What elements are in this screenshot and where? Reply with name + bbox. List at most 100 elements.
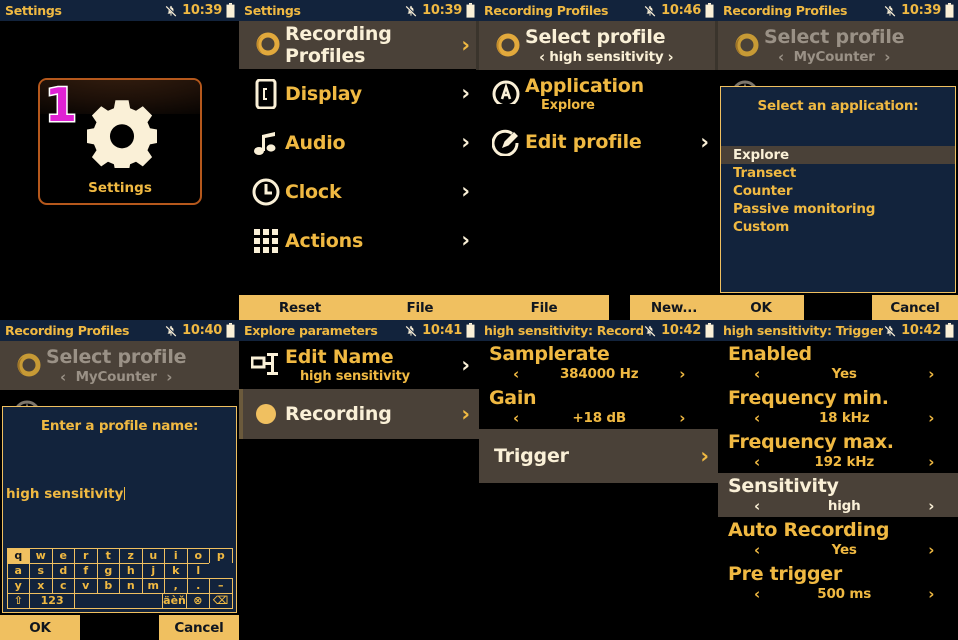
cancel-button[interactable]: Cancel xyxy=(872,295,958,320)
key-period[interactable]: . xyxy=(186,577,210,594)
key-comma[interactable]: , xyxy=(164,577,188,594)
key-g[interactable]: g xyxy=(96,562,120,579)
cancel-button[interactable]: Cancel xyxy=(159,615,239,640)
list-item[interactable]: Custom xyxy=(721,218,955,236)
row-edit-profile[interactable]: Edit profile › xyxy=(479,118,718,166)
sidebar-item-clock[interactable]: Clock › xyxy=(239,167,479,216)
key-v[interactable]: v xyxy=(74,577,98,594)
row-edit-name[interactable]: Edit Name high sensitivity › xyxy=(239,341,479,389)
scrollbar-thumb-left[interactable] xyxy=(239,389,243,439)
prev-arrow-icon[interactable]: ‹ xyxy=(754,585,760,603)
key-backspace-icon[interactable]: ⌫ xyxy=(208,592,233,609)
key-m[interactable]: m xyxy=(141,577,165,594)
key-u[interactable]: u xyxy=(141,547,165,564)
sidebar-item-recording-profiles[interactable]: Recording Profiles › xyxy=(239,21,479,69)
prev-arrow-icon[interactable]: ‹ xyxy=(754,409,760,427)
row-trigger[interactable]: Trigger › xyxy=(479,429,718,483)
next-arrow-icon[interactable]: › xyxy=(679,409,685,427)
key-e[interactable]: e xyxy=(51,547,75,564)
next-arrow-icon[interactable]: › xyxy=(166,368,172,386)
key-clear-icon[interactable]: ⊗ xyxy=(185,592,210,609)
key-w[interactable]: w xyxy=(29,547,53,564)
profile-spinner[interactable]: ‹ MyCounter › xyxy=(46,368,233,386)
next-arrow-icon[interactable]: › xyxy=(679,365,685,383)
param-gain[interactable]: Gain ‹ +18 dB › xyxy=(479,385,718,429)
auto-recording-spinner[interactable]: ‹ Yes › xyxy=(718,541,958,559)
next-arrow-icon[interactable]: › xyxy=(928,585,934,603)
key-s[interactable]: s xyxy=(29,562,53,579)
ok-button[interactable]: OK xyxy=(0,615,80,640)
pre-trigger-spinner[interactable]: ‹ 500 ms › xyxy=(718,585,958,603)
key-space[interactable] xyxy=(73,592,164,609)
prev-arrow-icon[interactable]: ‹ xyxy=(539,48,545,66)
param-enabled[interactable]: Enabled ‹ Yes › xyxy=(718,341,958,385)
key-i[interactable]: i xyxy=(164,547,188,564)
prev-arrow-icon[interactable]: ‹ xyxy=(513,409,519,427)
file-button[interactable]: File xyxy=(479,295,609,320)
next-arrow-icon[interactable]: › xyxy=(928,497,934,515)
prev-arrow-icon[interactable]: ‹ xyxy=(778,48,784,66)
sidebar-item-actions[interactable]: Actions › xyxy=(239,216,479,265)
row-select-profile[interactable]: Select profile ‹ high sensitivity › xyxy=(479,21,718,70)
frequency-min-spinner[interactable]: ‹ 18 kHz › xyxy=(718,409,958,427)
key-l[interactable]: l xyxy=(186,562,210,579)
key-x[interactable]: x xyxy=(29,577,53,594)
gain-spinner[interactable]: ‹ +18 dB › xyxy=(479,409,718,427)
prev-arrow-icon[interactable]: ‹ xyxy=(513,365,519,383)
new-button[interactable]: New... xyxy=(630,295,718,320)
param-pre-trigger[interactable]: Pre trigger ‹ 500 ms › xyxy=(718,561,958,605)
key-j[interactable]: j xyxy=(141,562,165,579)
profile-spinner[interactable]: ‹ high sensitivity › xyxy=(525,48,712,66)
param-frequency-max[interactable]: Frequency max. ‹ 192 kHz › xyxy=(718,429,958,473)
key-k[interactable]: k xyxy=(164,562,188,579)
ok-button[interactable]: OK xyxy=(718,295,804,320)
prev-arrow-icon[interactable]: ‹ xyxy=(754,497,760,515)
prev-arrow-icon[interactable]: ‹ xyxy=(754,453,760,471)
file-button[interactable]: File xyxy=(360,295,479,320)
prev-arrow-icon[interactable]: ‹ xyxy=(60,368,66,386)
enabled-spinner[interactable]: ‹ Yes › xyxy=(718,365,958,383)
profile-spinner[interactable]: ‹ MyCounter › xyxy=(764,48,952,66)
list-item[interactable]: Counter xyxy=(721,182,955,200)
param-frequency-min[interactable]: Frequency min. ‹ 18 kHz › xyxy=(718,385,958,429)
key-d[interactable]: d xyxy=(51,562,75,579)
key-b[interactable]: b xyxy=(96,577,120,594)
row-application[interactable]: Application Explore xyxy=(479,70,718,118)
key-shift-icon[interactable]: ⇧ xyxy=(6,592,31,609)
key-n[interactable]: n xyxy=(119,577,143,594)
next-arrow-icon[interactable]: › xyxy=(884,48,890,66)
row-select-profile[interactable]: Select profile ‹ MyCounter › xyxy=(0,341,239,390)
next-arrow-icon[interactable]: › xyxy=(667,48,673,66)
frequency-max-spinner[interactable]: ‹ 192 kHz › xyxy=(718,453,958,471)
key-f[interactable]: f xyxy=(74,562,98,579)
list-item[interactable]: Transect xyxy=(721,164,955,182)
row-recording[interactable]: Recording › xyxy=(239,389,479,439)
prev-arrow-icon[interactable]: ‹ xyxy=(754,541,760,559)
key-t[interactable]: t xyxy=(96,547,120,564)
key-c[interactable]: c xyxy=(51,577,75,594)
key-y[interactable]: y xyxy=(6,577,30,594)
row-select-profile[interactable]: Select profile ‹ MyCounter › xyxy=(718,21,958,70)
list-item[interactable]: Explore xyxy=(721,146,955,164)
next-arrow-icon[interactable]: › xyxy=(928,453,934,471)
reset-button[interactable]: Reset xyxy=(239,295,361,320)
key-h[interactable]: h xyxy=(119,562,143,579)
key-r[interactable]: r xyxy=(74,547,98,564)
next-arrow-icon[interactable]: › xyxy=(928,365,934,383)
sidebar-item-audio[interactable]: Audio › xyxy=(239,118,479,167)
profile-name-input[interactable]: high sensitivity xyxy=(3,486,236,502)
key-o[interactable]: o xyxy=(186,547,210,564)
prev-arrow-icon[interactable]: ‹ xyxy=(754,365,760,383)
key-numbers[interactable]: 123 xyxy=(29,592,75,609)
param-auto-recording[interactable]: Auto Recording ‹ Yes › xyxy=(718,517,958,561)
key-a[interactable]: a xyxy=(6,562,30,579)
list-item[interactable]: Passive monitoring xyxy=(721,200,955,218)
key-accents[interactable]: äèň xyxy=(162,592,187,609)
next-arrow-icon[interactable]: › xyxy=(928,409,934,427)
next-arrow-icon[interactable]: › xyxy=(928,541,934,559)
scrollbar-thumb[interactable] xyxy=(476,21,479,70)
param-sensitivity[interactable]: Sensitivity ‹ high › xyxy=(718,473,958,517)
key-q[interactable]: q xyxy=(6,547,30,564)
sensitivity-spinner[interactable]: ‹ high › xyxy=(718,497,958,515)
samplerate-spinner[interactable]: ‹ 384000 Hz › xyxy=(479,365,718,383)
